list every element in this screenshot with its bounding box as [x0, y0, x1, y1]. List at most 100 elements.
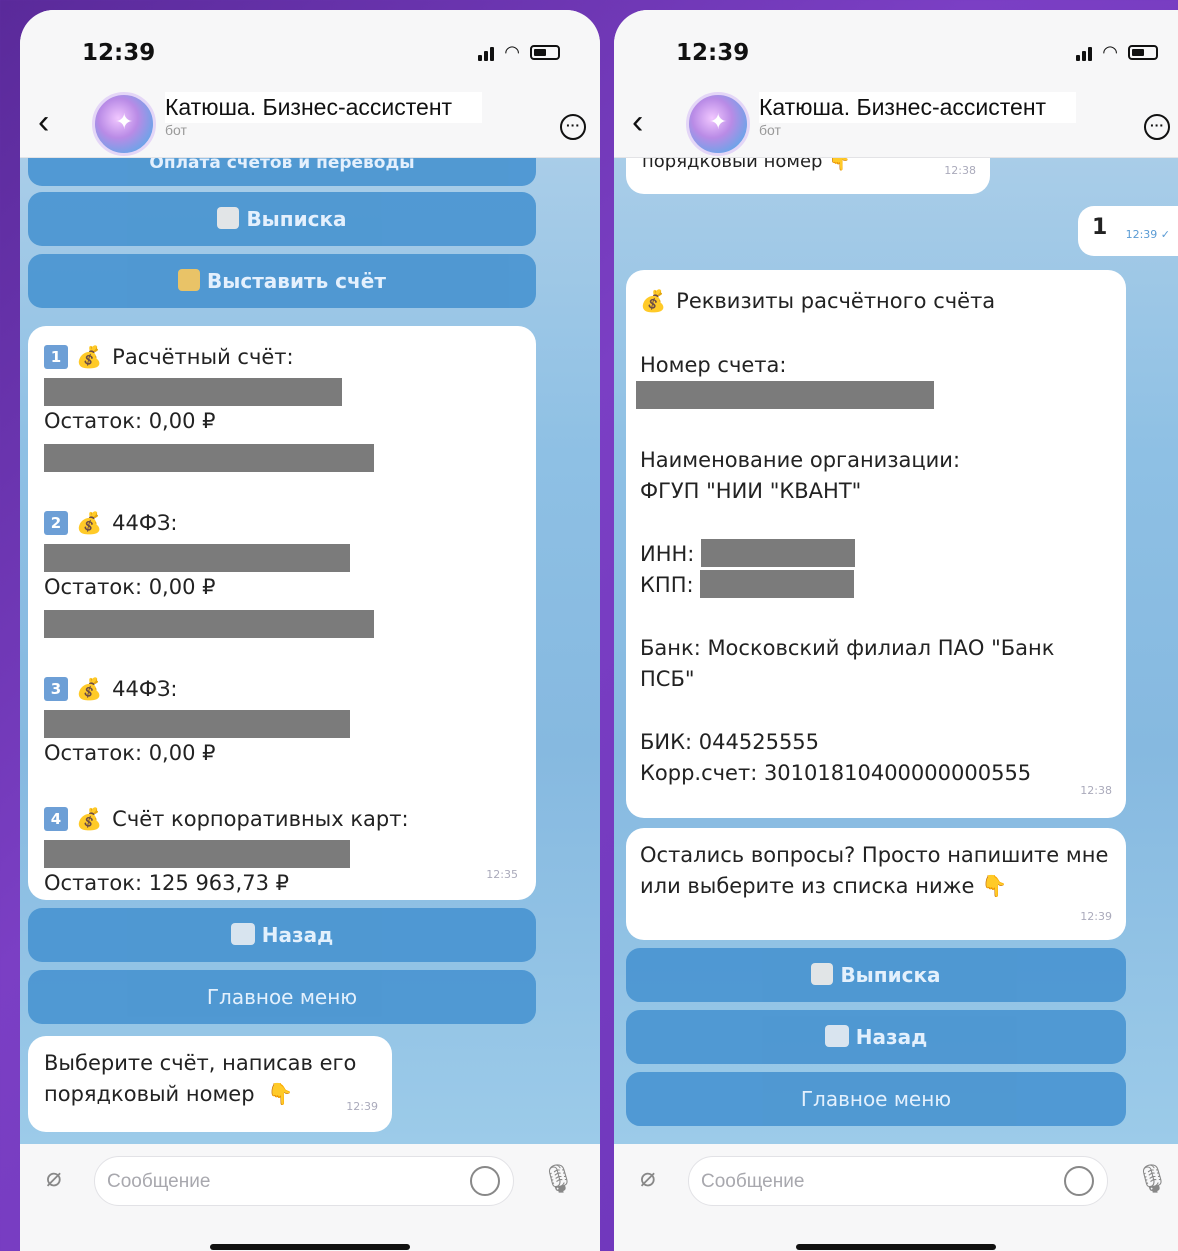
wifi-icon: ◠ [504, 42, 520, 62]
account-4-balance: Остаток: 125 963,73 ₽ [44, 871, 289, 895]
sent-time: 12:39 [1125, 228, 1158, 241]
statement-button[interactable]: Выписка [28, 192, 536, 246]
message-time: 12:39 ✓ [1125, 228, 1170, 241]
more-options-icon[interactable]: ··· [560, 114, 586, 140]
avatar[interactable] [92, 92, 156, 156]
back-button[interactable]: Назад [28, 908, 536, 962]
redacted-account-number [636, 381, 934, 409]
home-indicator[interactable] [796, 1244, 996, 1250]
phone-screen-left: 12:39 ◠ ‹ Катюша. Бизнес-ассистент бот ·… [20, 10, 600, 1251]
document-icon [217, 207, 240, 229]
emoji-icon[interactable] [1064, 1166, 1094, 1196]
status-bar: 12:39 ◠ [20, 10, 600, 90]
microphone-icon[interactable]: 🎙 [540, 1162, 576, 1195]
back-label: Назад [855, 1025, 928, 1049]
back-icon[interactable]: ‹ [38, 102, 49, 142]
account-1-label: Расчётный счёт: [112, 345, 294, 369]
message-time: 12:39 [346, 1100, 378, 1113]
account-1-balance: Остаток: 0,00 ₽ [44, 409, 216, 433]
statement-button[interactable]: Выписка [626, 948, 1126, 1002]
signal-icon [1076, 45, 1093, 61]
message-time: 12:38 [944, 164, 976, 177]
message-time: 12:38 [1080, 784, 1112, 797]
org-value: ФГУП "НИИ "КВАНТ" [640, 479, 862, 503]
emoji-icon[interactable] [470, 1166, 500, 1196]
chat-title[interactable]: Катюша. Бизнес-ассистент [759, 92, 1077, 123]
redacted-kpp [700, 570, 855, 598]
phone-screen-right: 12:39 ◠ ‹ Катюша. Бизнес-ассистент бот ·… [614, 10, 1178, 1251]
accounts-message: 1 💰 Расчётный счёт: Остаток: 0,00 ₽ 2 💰 44ФЗ… [28, 326, 536, 900]
sent-message: 1 12:39 ✓ [1078, 206, 1178, 256]
money-bag-icon: 💰 [76, 677, 103, 701]
back-label: Назад [261, 923, 334, 947]
statement-label: Выписка [840, 963, 941, 987]
prompt-message-partial: порядковый номер 👇 12:38 [626, 158, 990, 194]
home-bar-area [20, 1220, 600, 1251]
avatar[interactable] [686, 92, 750, 156]
rewind-icon [824, 1025, 849, 1047]
keycap-1-icon: 1 [44, 345, 68, 369]
pointing-down-icon: 👇 [267, 1082, 294, 1106]
kpp-row: КПП: [640, 570, 1112, 601]
home-indicator[interactable] [210, 1244, 410, 1250]
redacted-block [44, 610, 374, 638]
pay-invoices-button[interactable]: Оплата счетов и переводы [28, 158, 536, 186]
account-1-title: 1 💰 Расчётный счёт: [44, 342, 520, 378]
keycap-4-icon: 4 [44, 807, 68, 831]
keycap-3-icon: 3 [44, 677, 68, 701]
message-input[interactable]: Сообщение [688, 1156, 1108, 1206]
message-time: 12:39 [1080, 910, 1112, 923]
account-2-balance: Остаток: 0,00 ₽ [44, 575, 216, 599]
main-menu-button[interactable]: Главное меню [28, 970, 536, 1024]
status-time: 12:39 [82, 40, 156, 66]
more-options-icon[interactable]: ··· [1144, 114, 1170, 140]
kpp-label: КПП: [640, 573, 694, 597]
inn-label: ИНН: [640, 542, 695, 566]
attach-icon[interactable]: ⌀ [640, 1162, 656, 1193]
redacted-account-number [44, 544, 350, 572]
chat-header: ‹ Катюша. Бизнес-ассистент бот ··· [20, 90, 600, 158]
requisites-title-text: Реквизиты расчётного счёта [676, 289, 996, 313]
inn-row: ИНН: [640, 539, 1112, 570]
account-4-label: Счёт корпоративных карт: [112, 807, 409, 831]
redacted-account-number [44, 840, 350, 868]
issue-invoice-button[interactable]: Выставить счёт [28, 254, 536, 308]
keycap-2-icon: 2 [44, 511, 68, 535]
main-menu-button[interactable]: Главное меню [626, 1072, 1126, 1126]
redacted-block [44, 444, 374, 472]
battery-icon [1128, 45, 1158, 60]
chat-subtitle: бот [165, 122, 187, 138]
chat-title[interactable]: Катюша. Бизнес-ассистент [165, 92, 483, 123]
chat-area[interactable]: порядковый номер 👇 12:38 1 12:39 ✓ 💰 Рекв… [614, 158, 1178, 1144]
pointing-down-icon: 👇 [828, 158, 851, 172]
status-time: 12:39 [676, 40, 750, 66]
money-bag-icon: 💰 [640, 289, 667, 313]
statement-label: Выписка [246, 207, 347, 231]
home-bar-area [614, 1220, 1178, 1251]
document-icon [811, 963, 834, 985]
microphone-icon[interactable]: 🎙 [1134, 1162, 1170, 1195]
account-3-label: 44ФЗ: [112, 677, 178, 701]
message-input[interactable]: Сообщение [94, 1156, 514, 1206]
prompt-message: Выберите счёт, написав его порядковый но… [28, 1036, 392, 1132]
status-icons: ◠ [478, 42, 560, 63]
attach-icon[interactable]: ⌀ [46, 1162, 62, 1193]
back-icon[interactable]: ‹ [632, 102, 643, 142]
requisites-message: 💰 Реквизиты расчётного счёта Номер счета:… [626, 270, 1126, 818]
prompt-text: Выберите счёт, написав его порядковый но… [44, 1051, 357, 1106]
back-button[interactable]: Назад [626, 1010, 1126, 1064]
chat-area[interactable]: Оплата счетов и переводы Выписка Выстави… [20, 158, 600, 1144]
account-2-label: 44ФЗ: [112, 511, 178, 535]
signal-icon [478, 45, 495, 61]
input-bar: ⌀ Сообщение 🎙 [614, 1144, 1178, 1220]
org-label: Наименование организации: [640, 448, 961, 472]
battery-icon [530, 45, 560, 60]
main-menu-label: Главное меню [800, 1087, 952, 1111]
status-bar: 12:39 ◠ [614, 10, 1178, 90]
status-icons: ◠ [1076, 42, 1158, 63]
money-bag-icon: 💰 [76, 807, 103, 831]
money-bag-icon: 💰 [76, 511, 103, 535]
message-time: 12:35 [486, 868, 518, 881]
chat-header: ‹ Катюша. Бизнес-ассистент бот ··· [614, 90, 1178, 158]
partial-text: порядковый номер [642, 158, 823, 172]
